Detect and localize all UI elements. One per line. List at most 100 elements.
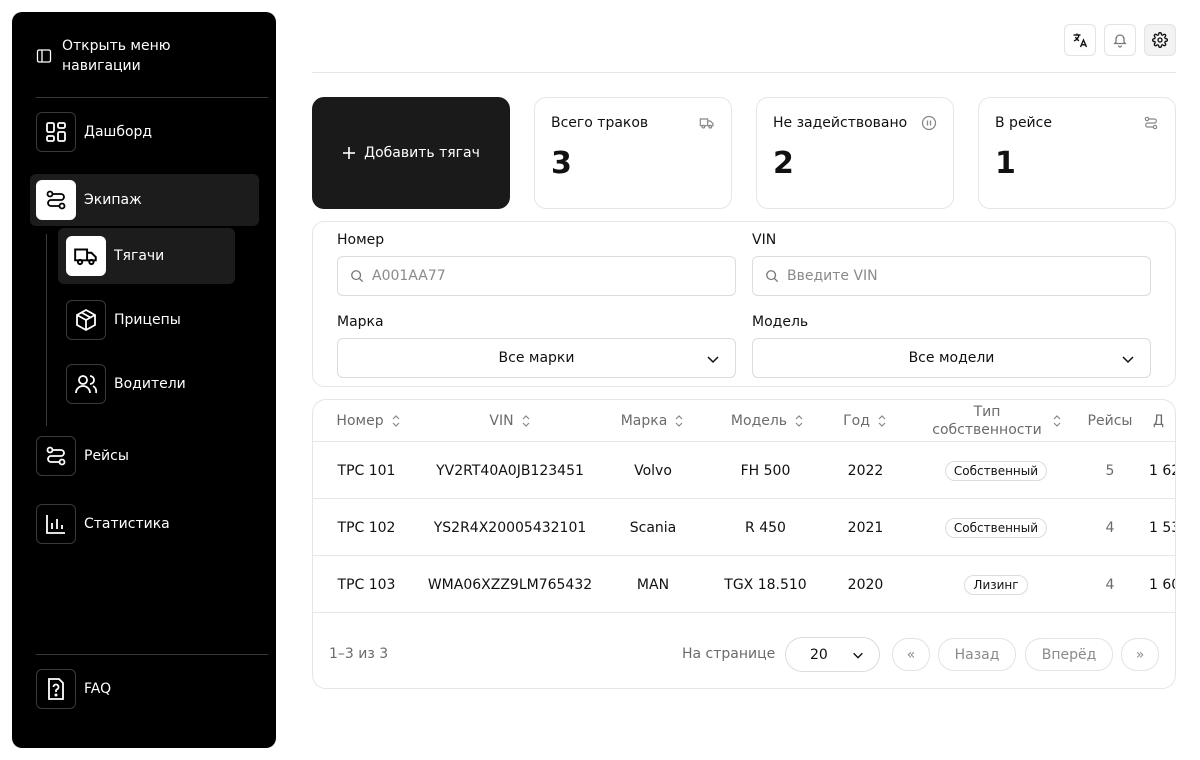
pagination-range: 1–3 из 3 <box>329 646 389 662</box>
stat-label: Всего траков <box>551 115 649 131</box>
cell-brand: Scania <box>629 519 677 536</box>
number-search-field[interactable] <box>337 256 736 296</box>
box-icon <box>66 300 106 340</box>
brand-select-value: Все марки <box>498 350 575 366</box>
vin-search-input[interactable] <box>787 268 1127 284</box>
cell-number: ТРС 101 <box>337 462 396 479</box>
cell-model: R 450 <box>745 519 786 536</box>
sidebar-item-drivers[interactable]: Водители <box>66 364 186 404</box>
sidebar-item-dashboard[interactable]: Дашборд <box>36 112 152 152</box>
number-filter-label: Номер <box>337 232 385 248</box>
dashboard-icon <box>36 112 76 152</box>
cell-extra: 1 62 <box>1149 462 1175 479</box>
cell-vin: YS2R4X20005432101 <box>433 519 587 536</box>
column-header-ownership[interactable]: Тип собственности <box>921 400 1071 442</box>
column-header-trips[interactable]: Рейсы <box>1077 400 1143 442</box>
prev-page-button[interactable]: Назад <box>938 638 1016 671</box>
sidebar-item-label: Экипаж <box>84 192 142 208</box>
sort-icon <box>795 415 803 427</box>
sidebar-item-crew[interactable]: Экипаж <box>30 174 259 226</box>
stat-value: 2 <box>773 146 794 181</box>
column-header-year[interactable]: Год <box>828 400 903 442</box>
cell-year: 2020 <box>847 576 884 593</box>
search-icon <box>766 270 779 283</box>
sidebar-item-statistics[interactable]: Статистика <box>36 504 170 544</box>
column-header-model[interactable]: Модель <box>713 400 823 442</box>
truck-icon <box>699 118 714 129</box>
settings-button[interactable] <box>1144 24 1176 56</box>
stat-label: Не задействовано <box>773 115 908 131</box>
stat-value: 1 <box>995 146 1016 181</box>
prev-page-label: Назад <box>954 646 1000 663</box>
sidebar: Открыть меню навигации Дашборд Экипаж Тя… <box>12 12 276 748</box>
column-header-number[interactable]: Номер <box>319 400 419 442</box>
sidebar-item-label: Статистика <box>84 516 170 532</box>
per-page-label: На странице <box>682 646 776 662</box>
submenu-line <box>46 234 47 426</box>
number-search-input[interactable] <box>372 268 712 284</box>
vin-filter-label: VIN <box>752 232 777 248</box>
last-page-button[interactable]: » <box>1121 638 1159 671</box>
add-tractor-button[interactable]: Добавить тягач <box>312 97 510 209</box>
sidebar-divider <box>36 654 268 655</box>
sort-icon <box>675 415 683 427</box>
sidebar-item-trailers[interactable]: Прицепы <box>66 300 181 340</box>
bar-chart-icon <box>36 504 76 544</box>
cell-year: 2022 <box>847 462 884 479</box>
model-filter-label: Модель <box>752 314 809 330</box>
last-page-label: » <box>1135 646 1145 663</box>
cell-year: 2021 <box>847 519 884 536</box>
next-page-button[interactable]: Вперёд <box>1025 638 1113 671</box>
header-divider <box>312 72 1176 73</box>
column-header-brand[interactable]: Марка <box>603 400 703 442</box>
sidebar-item-trips[interactable]: Рейсы <box>36 436 129 476</box>
sort-icon <box>522 415 530 427</box>
sidebar-item-tractors[interactable]: Тягачи <box>58 228 235 284</box>
next-page-label: Вперёд <box>1041 646 1097 663</box>
add-tractor-label: Добавить тягач <box>364 145 480 161</box>
first-page-button[interactable]: « <box>892 638 930 671</box>
brand-select[interactable]: Все марки <box>337 338 736 378</box>
sidebar-item-label: Водители <box>114 376 186 392</box>
ownership-badge: Собственный <box>944 517 1048 538</box>
per-page-select[interactable]: 20 <box>785 637 880 672</box>
stat-card-on-trip: В рейсе 1 <box>978 97 1176 209</box>
column-header-vin[interactable]: VIN <box>433 400 588 442</box>
column-label: Д <box>1153 413 1164 429</box>
ownership-badge: Собственный <box>944 460 1048 481</box>
column-label: Рейсы <box>1087 413 1133 429</box>
translate-icon <box>1073 33 1088 48</box>
per-page-value: 20 <box>810 646 828 663</box>
pause-icon <box>921 115 937 131</box>
column-header-extra[interactable]: Д <box>1153 400 1175 442</box>
cell-extra: 1 53 <box>1149 519 1175 536</box>
ownership-badge: Лизинг <box>964 574 1028 595</box>
table-row[interactable]: ТРС 103 WMA06XZZ9LM765432 MAN TGX 18.510… <box>313 556 1175 613</box>
table-row[interactable]: ТРС 102 YS2R4X20005432101 Scania R 450 2… <box>313 499 1175 556</box>
sort-icon <box>392 415 400 427</box>
translate-button[interactable] <box>1064 24 1096 56</box>
cell-brand: MAN <box>636 576 670 593</box>
open-navigation-button[interactable]: Открыть меню навигации <box>36 36 212 76</box>
vin-search-field[interactable] <box>752 256 1151 296</box>
sidebar-item-label: Прицепы <box>114 312 181 328</box>
filters-panel: Номер VIN Марка Все марки Модель Все мод… <box>312 221 1176 387</box>
sidebar-item-label: Рейсы <box>84 448 129 464</box>
notifications-button[interactable] <box>1104 24 1136 56</box>
route-icon <box>36 436 76 476</box>
model-select[interactable]: Все модели <box>752 338 1151 378</box>
model-select-value: Все модели <box>908 350 995 366</box>
users-icon <box>66 364 106 404</box>
first-page-label: « <box>906 646 916 663</box>
table-header: Номер VIN Марка Модель Год Тип собственн… <box>313 400 1175 442</box>
cell-number: ТРС 103 <box>337 576 396 593</box>
sidebar-item-faq[interactable]: FAQ <box>36 669 111 709</box>
cell-number: ТРС 102 <box>337 519 396 536</box>
table-row[interactable]: ТРС 101 YV2RT40A0JB123451 Volvo FH 500 2… <box>313 442 1175 499</box>
cell-brand: Volvo <box>634 462 672 479</box>
column-label: Марка <box>620 413 668 429</box>
cell-vin: YV2RT40A0JB123451 <box>436 462 584 479</box>
cell-trips: 5 <box>1105 462 1115 479</box>
column-label: Номер <box>336 413 384 429</box>
column-label: Тип собственности <box>932 404 1042 438</box>
